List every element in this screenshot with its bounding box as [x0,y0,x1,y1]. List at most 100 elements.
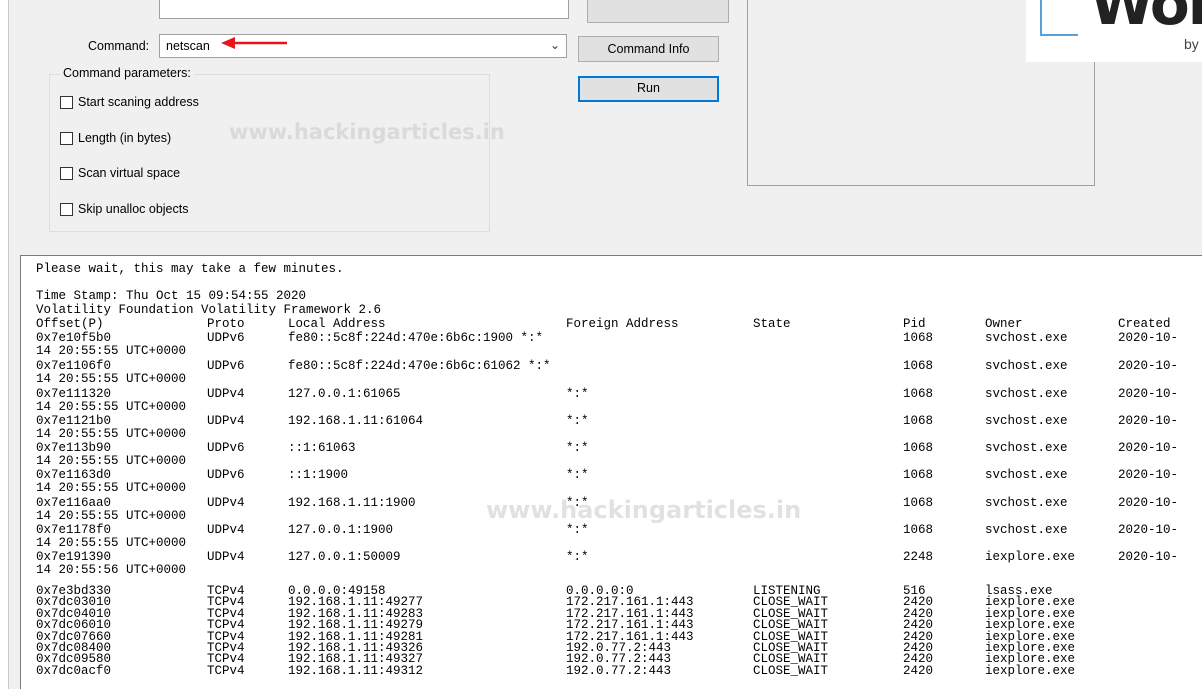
command-parameters-title: Command parameters: [60,66,194,80]
cell-created: 2020-10- [1118,387,1179,401]
cell-proto: UDPv4 [207,523,245,537]
console-timestamp-line: Time Stamp: Thu Oct 15 09:54:55 2020 [36,289,307,303]
cell-pid: 2420 [903,663,934,678]
length-in-bytes-checkbox[interactable]: Length (in bytes) [60,131,171,145]
header-proto: Proto [207,317,245,331]
cell-created-continuation: 14 20:55:55 UTC+0000 [36,454,187,468]
watermark-text: www.hackingarticles.in [229,120,505,144]
header-created: Created [1118,317,1171,331]
cell-created-continuation: 14 20:55:55 UTC+0000 [36,509,187,523]
cell-local: 127.0.0.1:61065 [288,387,401,401]
cell-created-continuation: 14 20:55:55 UTC+0000 [36,344,187,358]
annotation-arrow-icon [221,37,287,49]
cell-owner: iexplore.exe [985,663,1076,678]
cell-proto: UDPv6 [207,441,245,455]
cell-foreign: *:* [566,387,589,401]
checkbox-label: Scan virtual space [78,166,181,180]
cell-owner: svchost.exe [985,523,1068,537]
cell-pid: 1068 [903,441,934,455]
checkbox-box[interactable] [60,166,73,180]
header-offset: Offset(P) [36,317,104,331]
chevron-down-icon[interactable]: ⌄ [550,38,560,52]
command-value: netscan [166,39,210,53]
cell-local: 127.0.0.1:50009 [288,550,401,564]
checkbox-box[interactable] [60,131,73,145]
top-input-field[interactable] [159,0,569,19]
console-wait-line: Please wait, this may take a few minutes… [36,262,344,276]
cell-foreign: *:* [566,523,589,537]
cell-local: ::1:1900 [288,468,349,482]
cell-local: 192.168.1.11:1900 [288,496,416,510]
cell-foreign: *:* [566,550,589,564]
cell-offset: 0x7e116aa0 [36,496,112,510]
cell-offset: 0x7e1163d0 [36,468,112,482]
command-parameters-group: Command parameters: Start scaning addres… [49,66,490,232]
cell-created: 2020-10- [1118,414,1179,428]
cell-proto: UDPv4 [207,414,245,428]
cell-created-continuation: 14 20:55:55 UTC+0000 [36,427,187,441]
header-pid: Pid [903,317,926,331]
checkbox-label: Skip unalloc objects [78,202,189,216]
cell-created: 2020-10- [1118,523,1179,537]
cell-foreign: *:* [566,468,589,482]
cell-offset: 0x7dc0acf0 [36,663,112,678]
header-local-address: Local Address [288,317,386,331]
logo-mark-icon [1040,0,1078,36]
logo-word: Wor [1090,0,1202,38]
cell-proto: TCPv4 [207,663,245,678]
cell-created: 2020-10- [1118,359,1179,373]
checkbox-label: Start scaning address [78,95,199,109]
cell-proto: UDPv6 [207,359,245,373]
cell-pid: 1068 [903,468,934,482]
header-owner: Owner [985,317,1023,331]
cell-created: 2020-10- [1118,331,1179,345]
cell-pid: 1068 [903,331,934,345]
cell-local: 192.168.1.11:61064 [288,414,424,428]
logo-by: by [1184,36,1199,52]
run-button[interactable]: Run [578,76,719,102]
command-info-button[interactable]: Command Info [578,36,719,62]
cell-created: 2020-10- [1118,496,1179,510]
cell-foreign: 192.0.77.2:443 [566,663,672,678]
cell-offset: 0x7e10f5b0 [36,331,112,345]
cell-foreign: *:* [566,441,589,455]
cell-state: CLOSE_WAIT [753,663,829,678]
cell-proto: UDPv4 [207,496,245,510]
checkbox-box[interactable] [60,95,73,109]
cell-created: 2020-10- [1118,550,1179,564]
cell-local: 192.168.1.11:49312 [288,663,424,678]
cell-offset: 0x7e191390 [36,550,112,564]
output-console[interactable]: Please wait, this may take a few minutes… [20,255,1202,689]
cell-owner: svchost.exe [985,414,1068,428]
cell-pid: 1068 [903,359,934,373]
start-scanning-address-checkbox[interactable]: Start scaning address [60,95,199,109]
cell-pid: 1068 [903,496,934,510]
cell-created-continuation: 14 20:55:55 UTC+0000 [36,400,187,414]
header-foreign-address: Foreign Address [566,317,679,331]
checkbox-box[interactable] [60,202,73,216]
cell-owner: svchost.exe [985,496,1068,510]
cell-created-continuation: 14 20:55:55 UTC+0000 [36,536,187,550]
cell-offset: 0x7e1106f0 [36,359,112,373]
skip-unalloc-objects-checkbox[interactable]: Skip unalloc objects [60,202,188,216]
cell-local: fe80::5c8f:224d:470e:6b6c:61062 *:* [288,359,551,373]
cell-offset: 0x7e113b90 [36,441,112,455]
cell-local: 127.0.0.1:1900 [288,523,394,537]
cell-created-continuation: 14 20:55:55 UTC+0000 [36,372,187,386]
watermark-text: www.hackingarticles.in [486,496,802,524]
cell-offset: 0x7e111320 [36,387,112,401]
cell-proto: UDPv4 [207,550,245,564]
scan-virtual-space-checkbox[interactable]: Scan virtual space [60,166,180,180]
top-button[interactable] [587,0,729,23]
command-label: Command: [88,39,150,53]
cell-foreign: *:* [566,414,589,428]
cell-proto: UDPv6 [207,468,245,482]
cell-created: 2020-10- [1118,468,1179,482]
cell-offset: 0x7e1178f0 [36,523,112,537]
cell-pid: 2248 [903,550,934,564]
cell-local: ::1:61063 [288,441,356,455]
cell-owner: svchost.exe [985,331,1068,345]
cell-pid: 1068 [903,414,934,428]
cell-owner: svchost.exe [985,359,1068,373]
cell-local: fe80::5c8f:224d:470e:6b6c:1900 *:* [288,331,544,345]
